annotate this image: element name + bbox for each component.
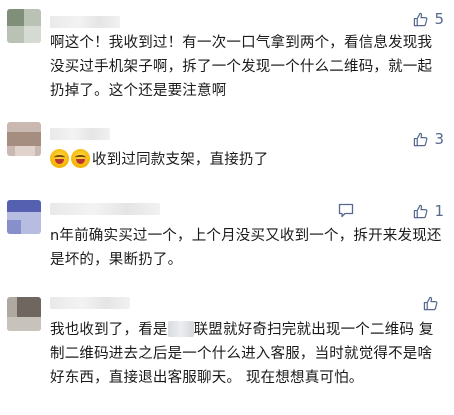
like-count: 1	[434, 202, 444, 220]
avatar[interactable]	[7, 122, 41, 156]
username-redacted	[50, 128, 110, 140]
avatar-blur	[7, 132, 41, 146]
avatar-blur	[17, 297, 41, 317]
avatar-blur	[7, 9, 24, 26]
comment-item: 5 啊这个！我收到过！有一次一口气拿到两个，看信息发现我没买过手机架子啊，拆了一…	[0, 0, 454, 110]
thumbs-up-icon	[413, 12, 428, 27]
username-redacted	[50, 203, 160, 215]
grinning-sweat-emoji	[71, 149, 90, 168]
avatar-blur	[7, 200, 41, 212]
username-redacted	[50, 16, 120, 28]
avatar[interactable]	[7, 200, 41, 234]
avatar-blur	[7, 220, 21, 234]
like-button[interactable]: 1	[413, 202, 444, 220]
comment-item: 1 n年前确实买过一个，上个月没买又收到一个，拆开来发现还是坏的，果断扔了。	[0, 190, 454, 285]
comment-text: 啊这个！我收到过！有一次一口气拿到两个，看信息发现我没买过手机架子啊，拆了一个发…	[50, 35, 433, 99]
comment-text: 我也收到了，看是 联盟就好奇扫完就出现一个二维码 复制二维码进去之后是一个什么进入…	[50, 318, 444, 390]
thumbs-up-icon	[413, 132, 428, 147]
comment-text: 收到过同款支架，直接扔了	[50, 148, 444, 172]
reply-button[interactable]	[338, 203, 354, 218]
comment-text-body: 收到过同款支架，直接扔了	[92, 152, 269, 168]
comment-text: n年前确实买过一个，上个月没买又收到一个，拆开来发现还是坏的，果断扔了。	[50, 228, 442, 268]
avatar-blur	[24, 26, 41, 43]
grinning-sweat-emoji	[50, 149, 69, 168]
like-button[interactable]: 5	[413, 10, 444, 28]
avatar[interactable]	[7, 297, 41, 331]
thumbs-up-icon	[413, 204, 428, 219]
comment-text-part: 我也收到了，看是	[50, 322, 168, 338]
like-count: 3	[434, 130, 444, 148]
comment-bubble-icon	[338, 203, 354, 218]
like-count: 5	[434, 10, 444, 28]
thumbs-up-icon	[423, 296, 438, 311]
avatar[interactable]	[7, 9, 41, 43]
username-redacted	[50, 297, 130, 309]
comment-item: 我也收到了，看是 联盟就好奇扫完就出现一个二维码 复制二维码进去之后是一个什么进入…	[0, 285, 454, 415]
like-button[interactable]	[423, 296, 444, 311]
avatar-blur	[7, 317, 41, 331]
like-button[interactable]: 3	[413, 130, 444, 148]
avatar-blur	[15, 146, 35, 156]
redacted-word	[167, 321, 194, 337]
comment-item: 3 收到过同款支架，直接扔了	[0, 110, 454, 190]
